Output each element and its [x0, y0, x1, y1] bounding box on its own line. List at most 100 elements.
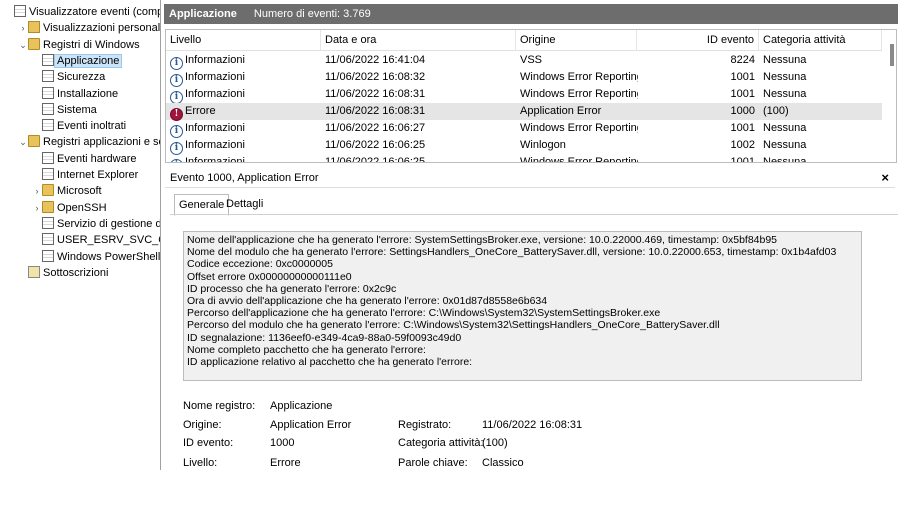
folder-icon — [42, 184, 54, 197]
navigation-tree: Visualizzatore eventi (computer›Visualiz… — [0, 0, 161, 470]
column-header-date[interactable]: Data e ora — [321, 30, 516, 50]
tree-item[interactable]: ⌄ Registri di Windows — [18, 37, 140, 53]
level-text: Informazioni — [185, 88, 245, 100]
message-line: Nome completo pacchetto che ha generato … — [187, 343, 426, 356]
cell-date: 11/06/2022 16:06:27 — [325, 122, 426, 134]
tree-item-label: Applicazione — [54, 53, 123, 68]
source-label: Origine: — [183, 419, 222, 431]
close-icon[interactable]: × — [881, 169, 889, 187]
cell-id: 1001 — [730, 71, 755, 83]
log-title: Applicazione — [169, 8, 237, 20]
column-header-source[interactable]: Origine — [516, 30, 637, 50]
folder-icon — [28, 37, 40, 50]
table-row[interactable]: iInformazioni 11/06/2022 16:06:25 Windows … — [166, 154, 882, 163]
tab-general[interactable]: Generale — [174, 194, 230, 216]
event-log-icon — [42, 53, 54, 66]
tree-item-label: Registri applicazioni e servizi — [43, 136, 160, 149]
tree-item-label: Microsoft — [57, 185, 102, 198]
subscription-icon — [28, 265, 40, 278]
cell-source: Windows Error Reporting — [520, 71, 638, 83]
folder-icon — [28, 135, 40, 148]
tree-item[interactable]: › Microsoft — [32, 183, 102, 199]
table-row[interactable]: i Informazioni 11/06/2022 16:06:27 Windows … — [166, 120, 882, 138]
table-row[interactable]: i Informazioni 11/06/2022 16:08:32 Windows … — [166, 69, 882, 87]
tabs-divider — [170, 214, 898, 215]
tree-item[interactable]: Eventi inoltrati — [32, 118, 126, 134]
chevron-right-icon[interactable]: › — [18, 20, 28, 36]
vertical-scrollbar-thumb[interactable] — [890, 44, 894, 66]
column-header-category[interactable]: Categoria attività — [759, 30, 882, 50]
cell-date: 11/06/2022 16:06:25 — [325, 139, 426, 151]
tree-item[interactable]: Installazione — [32, 86, 118, 102]
cell-cat: Nessuna — [763, 54, 807, 66]
tree-item[interactable]: Sottoscrizioni — [18, 265, 108, 281]
cell-id: 1002 — [730, 139, 755, 151]
event-log-icon — [42, 216, 54, 229]
message-line: ID processo che ha generato l'errore: 0x… — [187, 282, 397, 295]
table-row[interactable]: i Informazioni 11/06/2022 16:06:25 Winlogon… — [166, 137, 882, 155]
cell-date: 11/06/2022 16:08:31 — [325, 88, 426, 100]
tree-item-label: Sottoscrizioni — [43, 266, 109, 279]
event-id-label: ID evento: — [183, 437, 234, 449]
event-detail-header: Evento 1000, Application Error × — [165, 169, 895, 188]
tree-item[interactable]: Servizio di gestione delle — [32, 216, 160, 232]
event-id-value: 1000 — [270, 437, 295, 449]
message-line: Codice eccezione: 0xc0000005 — [187, 258, 333, 271]
tab-details[interactable]: Dettagli — [222, 194, 267, 214]
cell-source: VSS — [520, 54, 543, 66]
tree-item[interactable]: Eventi hardware — [32, 151, 137, 167]
table-row[interactable]: i Informazioni 11/06/2022 16:41:04 VSS 8224 N… — [166, 52, 882, 70]
level-value: Errore — [270, 457, 301, 469]
message-line: ID applicazione relativo al pacchetto ch… — [187, 356, 473, 369]
level-text: Informazioni — [185, 139, 245, 151]
column-header-event-id[interactable]: ID evento — [637, 30, 759, 50]
cell-cat: Nessuna — [763, 122, 807, 134]
level-text: Informazioni — [185, 54, 245, 66]
cell-level: iInformazioni — [170, 52, 320, 70]
log-header: Applicazione Numero di eventi: 3.769 — [164, 4, 898, 24]
tree-item[interactable]: USER_ESRV_SVC_QUEENC — [32, 232, 160, 248]
log-name-label: Nome registro: — [183, 400, 256, 412]
cell-cat: Nessuna — [763, 71, 807, 83]
event-log-icon — [14, 5, 26, 17]
tree-item[interactable]: Sistema — [32, 102, 97, 118]
tree-item[interactable]: Applicazione — [32, 53, 123, 69]
column-header-level[interactable]: Livello — [166, 30, 321, 50]
tree-item[interactable]: Internet Explorer — [32, 167, 138, 183]
tree-item[interactable]: › Visualizzazioni personalizzate — [18, 20, 161, 36]
chevron-down-icon[interactable]: ⌄ — [18, 37, 28, 53]
message-line: Percorso dell'applicazione che ha genera… — [187, 307, 661, 320]
tree-item-label: Sistema — [57, 103, 97, 116]
tree-item[interactable]: Sicurezza — [32, 69, 105, 85]
event-list-header: Livello Data e ora Origine ID evento Cat… — [166, 30, 882, 51]
cell-date: 11/06/2022 16:41:04 — [325, 54, 426, 66]
cell-level: iInformazioni — [170, 86, 320, 104]
info-icon: i — [170, 159, 183, 162]
cell-cat: (100) — [763, 105, 789, 117]
event-log-icon — [42, 233, 54, 246]
table-row[interactable]: ! Errore 11/06/2022 16:08:31 Application Er… — [166, 103, 882, 121]
tree-item[interactable]: Visualizzatore eventi (computer — [4, 4, 160, 20]
cell-id: 1001 — [730, 88, 755, 100]
cell-source: Windows Error Reporting — [520, 88, 638, 100]
event-log-icon — [42, 119, 54, 132]
table-row[interactable]: i Informazioni 11/06/2022 16:08:31 Windows … — [166, 86, 882, 104]
tree-item-label: Eventi inoltrati — [57, 120, 127, 133]
custom-view-icon — [28, 21, 40, 34]
message-line: Offset errore 0x00000000000111e0 — [187, 270, 352, 283]
event-message-box[interactable]: Nome dell'applicazione che ha generato l… — [183, 231, 862, 381]
chevron-right-icon[interactable]: › — [32, 183, 42, 199]
tree-item[interactable]: Windows PowerShell — [32, 249, 160, 265]
tree-item[interactable]: › OpenSSH — [32, 200, 107, 216]
cell-source: Windows Error Reporting — [520, 156, 638, 163]
keywords-label: Parole chiave: — [398, 457, 468, 469]
cell-source: Winlogon — [520, 139, 566, 151]
chevron-right-icon[interactable]: › — [32, 200, 42, 216]
task-category-label: Categoria attività: — [398, 437, 484, 449]
message-line: Ora di avvio dell'applicazione che ha ge… — [187, 295, 548, 308]
tree-item-label: Visualizzazioni personalizzate — [43, 22, 161, 35]
cell-level: iInformazioni — [170, 154, 320, 162]
cell-id: 1001 — [730, 122, 755, 134]
chevron-down-icon[interactable]: ⌄ — [18, 134, 28, 150]
tree-item[interactable]: ⌄ Registri applicazioni e servizi — [18, 134, 160, 150]
